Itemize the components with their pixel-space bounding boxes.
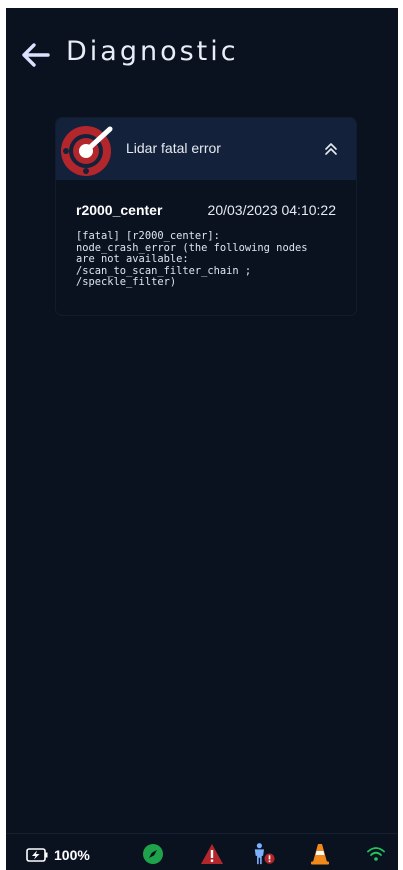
person-alert-icon bbox=[254, 843, 275, 865]
cone-status[interactable] bbox=[308, 842, 332, 866]
wifi-status[interactable] bbox=[364, 842, 388, 866]
arrow-left-icon bbox=[22, 43, 50, 67]
battery-level: 100% bbox=[54, 847, 90, 863]
app-screen: Diagnostic Lidar fatal error r2000_cente… bbox=[6, 8, 398, 870]
back-button[interactable] bbox=[18, 38, 54, 72]
header: Diagnostic bbox=[6, 8, 398, 98]
warning-status[interactable] bbox=[200, 842, 224, 866]
compass-icon bbox=[143, 844, 163, 864]
node-name: r2000_center bbox=[76, 202, 163, 218]
traffic-cone-icon bbox=[311, 844, 329, 865]
error-message: [fatal] [r2000_center]: node_crash_error… bbox=[76, 230, 308, 288]
battery-charging-icon bbox=[26, 848, 48, 862]
collapse-button[interactable] bbox=[320, 138, 342, 160]
compass-status[interactable] bbox=[141, 842, 165, 866]
lidar-radar-icon bbox=[61, 126, 113, 176]
timestamp: 20/03/2023 04:10:22 bbox=[207, 202, 336, 218]
status-bar: 100% bbox=[6, 833, 398, 870]
warning-triangle-icon bbox=[201, 844, 223, 864]
chevron-double-up-icon bbox=[325, 143, 337, 155]
diagnostic-title: Lidar fatal error bbox=[126, 140, 221, 156]
diagnostic-card: Lidar fatal error r2000_center 20/03/202… bbox=[56, 118, 356, 315]
battery-indicator: 100% bbox=[26, 846, 90, 864]
page-title: Diagnostic bbox=[66, 36, 239, 67]
diagnostic-card-header[interactable]: Lidar fatal error bbox=[56, 118, 356, 180]
person-status[interactable] bbox=[252, 842, 276, 866]
wifi-icon bbox=[367, 847, 385, 861]
